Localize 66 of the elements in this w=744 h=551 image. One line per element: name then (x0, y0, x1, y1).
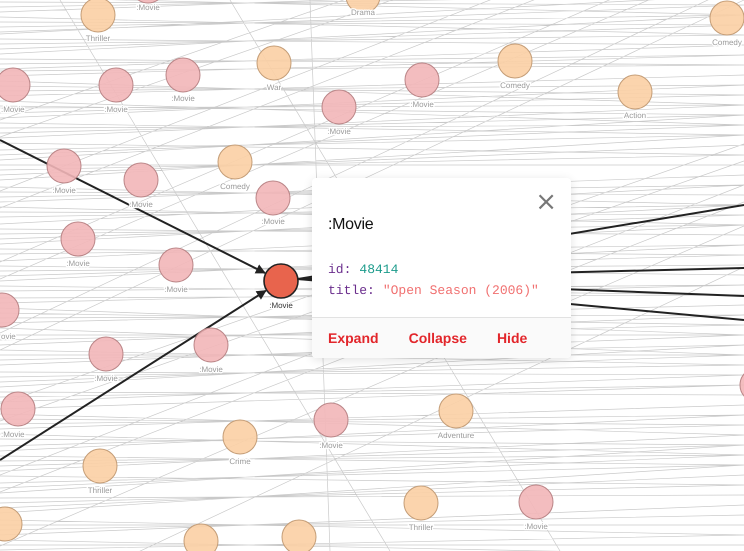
movie-node[interactable] (314, 402, 348, 438)
movie-node[interactable] (46, 148, 82, 184)
movie-node[interactable] (256, 180, 290, 216)
node-label: :Movie (327, 127, 351, 136)
node-label: :Movie (269, 301, 293, 310)
movie-node[interactable] (158, 248, 194, 282)
movie-node[interactable] (404, 62, 440, 98)
node-label: :Movie (136, 3, 160, 12)
movie-node[interactable] (0, 68, 30, 102)
node-label: :Movie (94, 374, 118, 383)
genre-node[interactable] (438, 394, 474, 428)
node-label: Crime (229, 457, 251, 466)
node-label: Thriller (88, 486, 112, 495)
genre-node[interactable] (82, 448, 118, 484)
node-label: :Movie (52, 186, 76, 195)
movie-node[interactable] (194, 328, 228, 362)
movie-node[interactable] (88, 336, 124, 372)
action-button[interactable]: Collapse (408, 330, 467, 346)
node-label: Thriller (86, 34, 110, 43)
genre-node[interactable] (618, 74, 652, 110)
movie-node[interactable] (263, 263, 299, 299)
movie-node[interactable] (124, 162, 158, 198)
node-label: :Movie (66, 259, 90, 268)
node-label: Comedy (712, 38, 742, 47)
property-value: 48414 (359, 261, 398, 279)
genre-node[interactable] (80, 0, 116, 32)
genre-node[interactable] (222, 420, 258, 454)
genre-node[interactable] (256, 46, 292, 80)
property-value: "Open Season (2006)" (382, 282, 539, 300)
property-key: id: (328, 259, 352, 280)
genre-node[interactable] (0, 506, 22, 542)
node-label: :Movie (199, 365, 223, 374)
genre-node[interactable] (218, 144, 252, 180)
close-button[interactable]: × (535, 190, 557, 214)
movie-node[interactable] (0, 292, 20, 328)
node-title: :Movie (328, 216, 374, 234)
node-label: :Movie (319, 441, 343, 450)
node-label: :Movie (261, 217, 285, 226)
action-button[interactable]: Expand (328, 330, 379, 346)
genre-node[interactable] (404, 486, 438, 520)
movie-node[interactable] (166, 58, 200, 92)
node-label: :Movie (164, 285, 188, 294)
movie-node[interactable] (0, 392, 36, 426)
property-key: title: (328, 280, 375, 301)
node-label: Adventure (438, 431, 474, 440)
node-label: :Movie (129, 200, 153, 209)
movie-node[interactable] (322, 90, 356, 124)
action-button[interactable]: Hide (496, 330, 528, 346)
node-label: :Movie (1, 105, 25, 114)
node-label: Comedy (500, 81, 530, 90)
node-label: Comedy (220, 182, 250, 191)
node-label: :Movie (171, 94, 195, 103)
node-label: :Movie (524, 522, 548, 531)
movie-node[interactable] (60, 222, 96, 256)
genre-node[interactable] (710, 0, 744, 36)
movie-node[interactable] (98, 68, 134, 102)
movie-node[interactable] (518, 484, 554, 520)
genre-node[interactable] (184, 524, 218, 551)
genre-node[interactable] (282, 520, 316, 551)
node-label: :Movie (410, 100, 434, 109)
node-label: Thriller (408, 523, 434, 532)
node-label: Action (624, 111, 646, 120)
node-label: :Movie (104, 105, 128, 114)
genre-node[interactable] (498, 44, 532, 78)
node-label: :Movie (1, 430, 25, 439)
node-label: ovie (1, 332, 16, 341)
